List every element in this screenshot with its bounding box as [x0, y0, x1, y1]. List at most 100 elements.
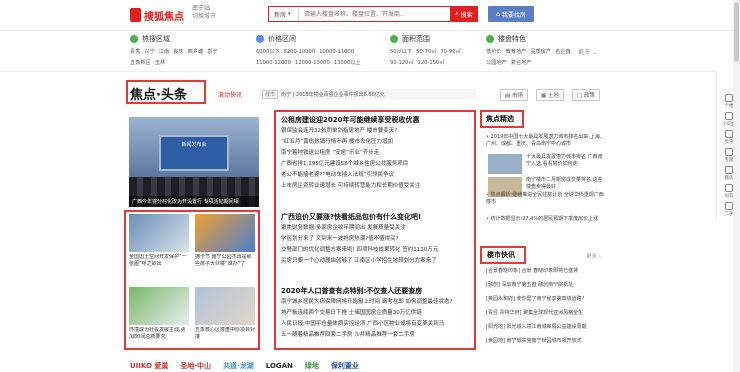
news-link[interactable]: 地产板连续两个交易日下挫 土储国国房企质量30万亿供链 — [281, 308, 452, 319]
logo-icon — [130, 8, 141, 22]
focus-pick-item[interactable]: 十大最具发展潜力城市排名 广西南宁入选,看看房价如何走 — [526, 154, 606, 168]
news-headline[interactable]: 广西迫价又要涨?快看纸品包价有什么变化吧! — [281, 212, 438, 223]
chart-icon: ▤ — [505, 93, 511, 99]
news-link[interactable]: 南宁着地铁送公租房 “安居”乐业“齐步走 — [281, 148, 420, 159]
filter-link[interactable]: 名企盘 — [555, 49, 571, 55]
thumb-card[interactable]: 拥卡节 南宁公园不再是那些房子大伙楼“谁办”了 — [195, 214, 255, 267]
more-label: 更多 — [578, 49, 591, 56]
city-switch-link[interactable]: 切换城市 — [192, 13, 216, 21]
focus-pick-point[interactable]: • 统计数据显示:27.4%的居民预期下季度房价上涨 — [486, 216, 606, 223]
market-button[interactable]: ▤ 市场 — [500, 89, 528, 101]
thumb-caption: 环境成为社会发展主线,更加80间总新要求 — [129, 327, 186, 340]
focus-pick-title: 焦点精选 — [486, 115, 514, 123]
city-news-item[interactable]: [世园地] 南宁城实施南宁世园城市领开放式 — [486, 338, 606, 345]
city-news-item[interactable]: [合景春晓印象] 合景 春晓印象即将已盛排 — [486, 268, 606, 275]
search-button[interactable]: ⌕ 搜索 — [450, 6, 478, 22]
city-news-item[interactable]: [阳光地] 阳光城入境江南城审展公益建设周期 — [486, 324, 606, 331]
filter-link[interactable]: 公园地产 — [486, 60, 507, 66]
filter-link[interactable]: 10000-11000 — [319, 49, 354, 55]
search-button-label: 搜索 — [460, 11, 473, 19]
partner-logo[interactable]: 保利置业 — [331, 361, 359, 371]
thumb-card[interactable]: 五象核心区楼盘中原项目对接 — [195, 287, 255, 340]
news-link[interactable]: 老公不能接老婆?“电动车插入法规”引领民争议 — [281, 170, 420, 181]
header: 搜狐焦点 南宁站 切换城市 新房 ▾ ⌕ 搜索 ⌂ 我要找房 — [0, 0, 740, 30]
thumb-card[interactable]: 环境成为社会发展主线,更加80间总新要求 — [129, 287, 189, 340]
thumb-caption: 拥卡节 南宁公园不再是那些房子大伙楼“谁办”了 — [195, 254, 252, 267]
filter-link[interactable]: 良庆 — [173, 49, 183, 55]
partner-logos: UIIKO 爱巢 圣地·中山 共道·龙湖 LOGAN 绿地 保利置业 — [130, 360, 600, 372]
hero-image[interactable]: 新闻发布会 广西今年将分村化改为开设置行 专项活动期间相 — [129, 117, 259, 207]
policy-button[interactable]: ▢ 政策 — [571, 89, 600, 101]
news-link[interactable]: 南宁城乡居民大病保障网将开始报上时间 离考在即 如何调整最佳状态? — [281, 297, 452, 308]
partner-logo[interactable]: 共道·龙湖 — [223, 361, 254, 371]
filter-link[interactable]: 50-70㎡ — [416, 49, 436, 55]
partner-logo[interactable]: 圣地·中山 — [180, 361, 211, 371]
filter-link[interactable]: 西乡塘 — [188, 49, 204, 55]
ticker-text: 南宁 | 2018年物业百强企业事件报出8.66亿元 — [281, 91, 385, 98]
more-label: 更多 — [586, 254, 598, 260]
news-link[interactable]: 五一随着精品推荐四套二手房 沙井精品推荐一套二手房 — [281, 330, 452, 341]
news-link[interactable]: 人民日报:中国平仓量体质实控经济 广西小区物业或将有变革关到马 — [281, 319, 452, 330]
filter-title: 面积范围 — [402, 35, 430, 43]
filter-link[interactable]: 低价价 — [486, 49, 502, 55]
filter-title: 楼盘特色 — [498, 35, 526, 43]
filter-link[interactable]: 江南 — [159, 49, 169, 55]
filter-link[interactable]: 教育地产 — [506, 49, 527, 55]
filter-link[interactable]: 玉林 — [155, 60, 165, 66]
land-button[interactable]: ▦ 土地 — [535, 89, 564, 101]
news-headline[interactable]: 2020年人口普查有点特别:不仅查人还要查房 — [281, 286, 452, 297]
city-news-item[interactable]: [奥园永和府] 使你里了南宁秘享第四级道路? — [486, 296, 606, 303]
city-news-title: 楼市快讯 — [487, 251, 515, 259]
chevron-down-icon: ⌄ — [591, 49, 597, 56]
find-home-button[interactable]: ⌂ 我要找房 — [488, 6, 534, 22]
focus-pick-item[interactable]: 南宁楼市二月新房成交量排名,这些楼盘卖得最好 — [526, 177, 606, 191]
filter-link[interactable]: 青秀 — [130, 49, 140, 55]
news-link[interactable]: 广西省排1.195亿元建设58个城乡住房公共服务项目 — [281, 159, 420, 170]
filter-link[interactable]: 13000以上 — [334, 60, 361, 66]
focus-pick-thumb[interactable] — [488, 154, 522, 174]
filter-link[interactable]: 70-90㎡ — [440, 49, 460, 55]
news-ticker[interactable]: 楼市 南宁 | 2018年物业百强企业事件报出8.66亿元 — [258, 89, 476, 99]
partner-logo[interactable]: LOGAN — [266, 362, 293, 370]
filter-link[interactable]: 90-120㎡ — [390, 60, 414, 66]
filter-link[interactable]: 邕宁 — [207, 49, 217, 55]
filter-link[interactable]: 品质房产 — [530, 49, 551, 55]
news-link[interactable]: 学区划分来了 又到来一波抢房热潮?值不值得买? — [281, 234, 438, 245]
news-link[interactable]: 聚焦财务数据:多家房企收年期间出 发展质量受关注 — [281, 223, 438, 234]
thumb-card[interactable]: 全国国土空间开发保护“一张图”呼之欲出 — [129, 214, 189, 267]
filter-link[interactable]: 12000-13000 — [295, 60, 330, 66]
filter-link[interactable]: 8200-10000 — [284, 49, 316, 55]
news-link[interactable]: “红五月”黄伤热销行情不再 楼市去化压力增加 — [281, 137, 420, 148]
city-news-item[interactable]: [青径 青特华府] 聚集全球现代亚洲风格全生 — [486, 310, 606, 317]
city-news-item[interactable]: [融创] 深圳南宁第五盘 融创南宁院新址 — [486, 282, 606, 289]
search-icon: ⌕ — [455, 10, 459, 17]
news-link[interactable]: 银保监会连开32张罚单剑指房地产 楼市要变天? — [281, 126, 420, 137]
logo[interactable]: 搜狐焦点 — [130, 5, 184, 25]
news-headline[interactable]: 公租房建设迎2020年可能继续享受税收优惠 — [281, 115, 420, 126]
filter-link[interactable]: 120-150㎡ — [418, 60, 445, 66]
partner-logo[interactable]: 绿地 — [305, 361, 319, 371]
filter-link[interactable]: 50㎡以下 — [390, 49, 412, 55]
partner-logo[interactable]: UIIKO 爱巢 — [130, 361, 168, 371]
feature-icon — [486, 35, 494, 43]
filter-row: 低价价 教育地产 品质房产 名企盘 — [486, 48, 575, 55]
city-selector[interactable]: 南宁站 切换城市 — [192, 5, 216, 21]
filter-link[interactable]: 复合地产 — [511, 60, 532, 66]
scrollbar-thumb[interactable] — [734, 2, 739, 62]
news-link[interactable]: 上市房企资转业速增长 可持续转营能力和长期价值受关注 — [281, 181, 420, 192]
filter-link[interactable]: 6000以下 — [256, 49, 280, 55]
search-input[interactable] — [299, 7, 450, 21]
search-category-select[interactable]: 新房 ▾ — [269, 7, 299, 21]
thumb-caption: 五象核心区楼盘中原项目对接 — [195, 327, 255, 340]
focus-pick-lead[interactable]: • 2019年中国十大最具发展潜力城市排名出来,上海、广州、成都、重庆、青岛南宁… — [486, 134, 606, 148]
page-scrollbar[interactable] — [733, 0, 740, 372]
city-news-more-link[interactable]: 更多 › — [586, 252, 601, 260]
find-home-label: 我要找房 — [501, 11, 526, 19]
news-link[interactable]: 交警部门的优化调整方案来啦! 四项科技成果转化 签约1120万元 — [281, 245, 438, 256]
filter-link[interactable]: 兴宁 — [144, 49, 154, 55]
filter-link[interactable]: 五象新区 — [130, 60, 151, 66]
filter-more-link[interactable]: 更多 ⌄ — [578, 47, 597, 56]
focus-pick-point[interactable]: • 热点解析:继续推进全民住房计划 全球华侨重现广西楼市 — [486, 192, 606, 206]
filter-link[interactable]: 11000-12000 — [256, 60, 291, 66]
news-link[interactable]: 买房只要一个心动理由就够了 江南区小学招生地段划分方案来了 — [281, 256, 438, 267]
